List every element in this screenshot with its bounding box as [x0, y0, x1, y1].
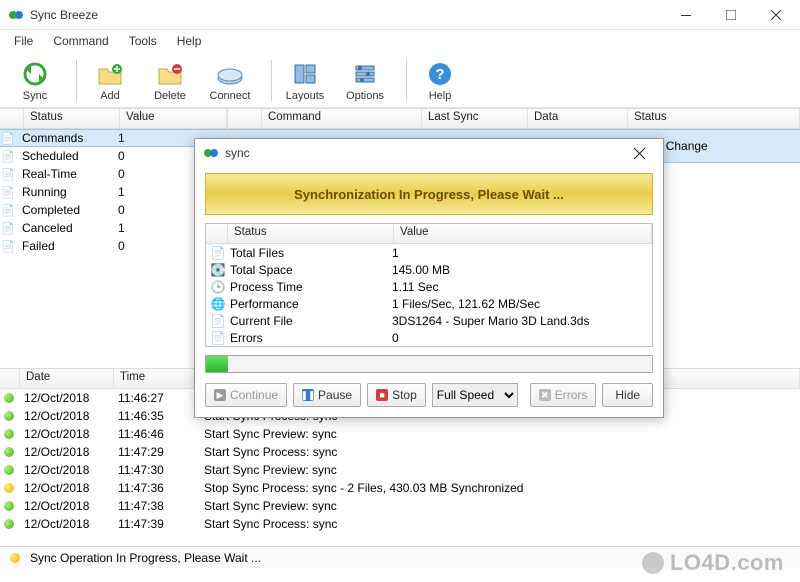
log-row[interactable]: 12/Oct/201811:47:38Start Sync Preview: s… [0, 497, 800, 515]
status-text: Sync Operation In Progress, Please Wait … [30, 551, 261, 565]
dialog-title: sync [225, 146, 619, 160]
left-row-canceled[interactable]: 📄 Canceled 1 [0, 219, 227, 237]
menu-command[interactable]: Command [45, 32, 116, 50]
toolbar-connect[interactable]: Connect [201, 56, 259, 105]
pause-button[interactable]: ❚❚ Pause [293, 383, 361, 407]
left-header: Status Value [0, 109, 227, 129]
file-icon: 📄 [0, 240, 16, 253]
stats-row: 🕒Process Time1.11 Sec [206, 278, 652, 295]
left-col-status[interactable]: Status [24, 109, 120, 128]
file-icon: 📄 [0, 168, 16, 181]
log-dot-icon [4, 465, 14, 475]
log-dot-icon [4, 483, 14, 493]
toolbar-delete[interactable]: Delete [141, 56, 199, 105]
stats-col-status: Status [228, 224, 394, 243]
folder-delete-icon [155, 59, 185, 89]
log-row[interactable]: 12/Oct/201811:47:29Start Sync Process: s… [0, 443, 800, 461]
menu-file[interactable]: File [6, 32, 41, 50]
log-dot-icon [4, 411, 14, 421]
continue-button[interactable]: ▶ Continue [205, 383, 287, 407]
stat-icon: 📄 [210, 314, 226, 328]
layouts-icon [290, 59, 320, 89]
errors-button[interactable]: ✖ Errors [530, 383, 597, 407]
log-row[interactable]: 12/Oct/201811:47:39Start Sync Process: s… [0, 515, 800, 533]
menu-help[interactable]: Help [169, 32, 210, 50]
hide-button[interactable]: Hide [602, 383, 653, 407]
connect-icon [215, 59, 245, 89]
file-icon: 📄 [0, 222, 16, 235]
right-col-last[interactable]: Last Sync [422, 109, 528, 128]
log-dot-icon [4, 501, 14, 511]
toolbar-layouts[interactable]: Layouts [276, 56, 334, 105]
close-button[interactable] [753, 0, 798, 29]
log-dot-icon [4, 393, 14, 403]
log-col-date[interactable]: Date [20, 369, 114, 388]
help-icon: ? [425, 59, 455, 89]
stats-row: 📄Errors0 [206, 329, 652, 346]
sync-dialog: sync Synchronization In Progress, Please… [194, 138, 664, 418]
stat-icon: 💽 [210, 263, 226, 277]
left-row-realtime[interactable]: 📄 Real-Time 0 [0, 165, 227, 183]
right-col-data[interactable]: Data [528, 109, 628, 128]
file-icon: 📄 [0, 186, 16, 199]
left-row-running[interactable]: 📄 Running 1 [0, 183, 227, 201]
titlebar: Sync Breeze [0, 0, 800, 30]
dialog-close-button[interactable] [619, 140, 659, 166]
app-icon [8, 7, 24, 23]
toolbar: Sync Add Delete Connect Layouts Options … [0, 52, 800, 108]
stats-row: 💽Total Space145.00 MB [206, 261, 652, 278]
speed-select[interactable]: Full Speed [432, 383, 518, 407]
log-row[interactable]: 12/Oct/201811:47:30Start Sync Preview: s… [0, 461, 800, 479]
log-col-time[interactable]: Time [114, 369, 200, 388]
dialog-buttons: ▶ Continue ❚❚ Pause ■ Stop Full Speed ✖ … [205, 383, 653, 407]
left-row-scheduled[interactable]: 📄 Scheduled 0 [0, 147, 227, 165]
toolbar-help[interactable]: ? Help [411, 56, 469, 105]
log-dot-icon [4, 429, 14, 439]
right-col-command[interactable]: Command [262, 109, 422, 128]
log-row[interactable]: 12/Oct/201811:47:36Stop Sync Process: sy… [0, 479, 800, 497]
left-row-failed[interactable]: 📄 Failed 0 [0, 237, 227, 255]
stats-row: 📄Current File3DS1264 - Super Mario 3D La… [206, 312, 652, 329]
log-dot-icon [4, 447, 14, 457]
left-rows: 📄 Commands 1 📄 Scheduled 0 📄 Real-Time 0… [0, 129, 227, 255]
toolbar-sync[interactable]: Sync [6, 56, 64, 105]
stats-box: Status Value 📄Total Files1💽Total Space14… [205, 223, 653, 347]
left-col-value[interactable]: Value [120, 109, 227, 128]
log-row[interactable]: 12/Oct/201811:46:46Start Sync Preview: s… [0, 425, 800, 443]
minimize-button[interactable] [663, 0, 708, 29]
dialog-icon [203, 145, 219, 161]
log-dot-icon [4, 519, 14, 529]
stats-row: 📄Total Files1 [206, 244, 652, 261]
menubar: File Command Tools Help [0, 30, 800, 52]
globe-icon [642, 552, 664, 574]
right-header: Command Last Sync Data Status [228, 109, 800, 129]
toolbar-options[interactable]: Options [336, 56, 394, 105]
left-row-completed[interactable]: 📄 Completed 0 [0, 201, 227, 219]
folder-add-icon [95, 59, 125, 89]
stop-button[interactable]: ■ Stop [367, 383, 426, 407]
stats-row: 🌐Performance1 Files/Sec, 121.62 MB/Sec [206, 295, 652, 312]
menu-tools[interactable]: Tools [121, 32, 165, 50]
dialog-titlebar[interactable]: sync [195, 139, 663, 167]
window-title: Sync Breeze [30, 8, 663, 22]
dialog-banner: Synchronization In Progress, Please Wait… [205, 173, 653, 215]
file-icon: 📄 [0, 204, 16, 217]
stat-icon: 📄 [210, 331, 226, 345]
progress-bar [205, 355, 653, 373]
stat-icon: 🌐 [210, 297, 226, 311]
left-row-commands[interactable]: 📄 Commands 1 [0, 129, 227, 147]
options-icon [350, 59, 380, 89]
toolbar-add[interactable]: Add [81, 56, 139, 105]
sync-icon [20, 59, 50, 89]
stat-icon: 🕒 [210, 280, 226, 294]
svg-text:?: ? [435, 66, 444, 83]
right-col-status[interactable]: Status [628, 109, 800, 128]
watermark: LO4D.com [642, 550, 784, 576]
stat-icon: 📄 [210, 246, 226, 260]
file-icon: 📄 [0, 150, 16, 163]
maximize-button[interactable] [708, 0, 753, 29]
stats-col-value: Value [394, 224, 652, 243]
status-dot-icon [10, 553, 20, 563]
file-icon: 📄 [0, 132, 16, 145]
